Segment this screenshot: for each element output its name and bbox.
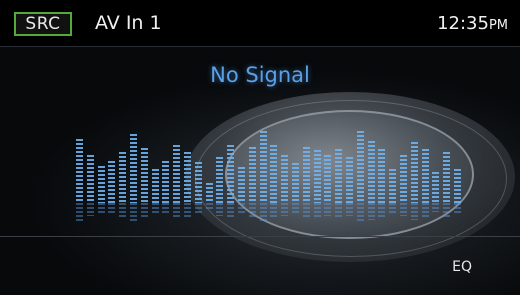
eq-bar-reflection (443, 203, 450, 217)
eq-bar (324, 155, 331, 203)
eq-button[interactable]: EQ (452, 258, 472, 276)
eq-bar (130, 134, 137, 203)
eq-bar-reflection (432, 203, 439, 212)
no-signal-message: No Signal (210, 63, 310, 87)
eq-bar (173, 145, 180, 203)
eq-bar-reflection (162, 203, 169, 215)
eq-bar (346, 157, 353, 203)
eq-bar (195, 162, 202, 203)
eq-bar-reflection (314, 203, 321, 218)
eq-bar (400, 155, 407, 203)
eq-bar (98, 166, 105, 203)
eq-bar-reflection (227, 203, 234, 219)
clock-ampm: PM (488, 18, 508, 33)
eq-bar (292, 163, 299, 203)
eq-bar (281, 155, 288, 203)
eq-bar (87, 155, 94, 203)
eq-bar (368, 141, 375, 203)
eq-bar (422, 149, 429, 203)
eq-bar-reflection (411, 203, 418, 220)
eq-bar-reflection (141, 203, 148, 218)
eq-bar-reflection (216, 203, 223, 216)
eq-bar (443, 152, 450, 203)
eq-bar-reflection (76, 203, 83, 221)
eq-bar-reflection (98, 203, 105, 213)
eq-bar-reflection (152, 203, 159, 213)
eq-bar (249, 147, 256, 203)
eq-bar (206, 183, 213, 203)
eq-bar (314, 150, 321, 203)
divider (0, 236, 520, 237)
eq-bar (335, 149, 342, 203)
eq-bar (227, 145, 234, 203)
eq-bar-reflection (400, 203, 407, 216)
eq-bar (270, 145, 277, 203)
eq-bar (389, 169, 396, 203)
eq-bar-reflection (324, 203, 331, 216)
eq-bar (260, 131, 267, 203)
eq-bar (76, 139, 83, 203)
eq-bar-reflection (335, 203, 342, 218)
eq-bar (216, 157, 223, 203)
eq-bar (108, 161, 115, 203)
eq-bar (454, 169, 461, 203)
eq-bar-reflection (378, 203, 385, 218)
eq-bar-reflection (119, 203, 126, 217)
eq-bar-reflection (303, 203, 310, 219)
eq-bar (162, 161, 169, 203)
eq-bar-reflection (195, 203, 202, 214)
eq-bar-reflection (130, 203, 137, 222)
eq-bar-reflection (422, 203, 429, 218)
eq-bar (238, 167, 245, 203)
eq-bar-reflection (346, 203, 353, 216)
eq-bar (184, 152, 191, 203)
eq-bar-reflection (238, 203, 245, 213)
eq-bar (411, 142, 418, 203)
eq-bar (357, 131, 364, 203)
av-input-screen: SRC AV In 1 12:35PM No Signal EQ (0, 0, 520, 295)
source-button[interactable]: SRC (14, 12, 72, 36)
eq-bar (303, 147, 310, 203)
source-title: AV In 1 (95, 12, 162, 34)
eq-bar-reflection (270, 203, 277, 219)
eq-bar (141, 148, 148, 203)
eq-bar-reflection (87, 203, 94, 216)
eq-bar (119, 152, 126, 203)
eq-bar (378, 149, 385, 203)
eq-bar-reflection (206, 203, 213, 209)
eq-bar-reflection (454, 203, 461, 213)
eq-bar-reflection (260, 203, 267, 223)
eq-bar-reflection (357, 203, 364, 223)
eq-bar-reflection (173, 203, 180, 219)
eq-bar-reflection (108, 203, 115, 215)
eq-bar (432, 172, 439, 203)
eq-bar-reflection (281, 203, 288, 216)
eq-bar-reflection (368, 203, 375, 220)
eq-bar-reflection (389, 203, 396, 213)
eq-bar (152, 169, 159, 203)
eq-bar-reflection (184, 203, 191, 217)
clock: 12:35PM (437, 13, 508, 37)
clock-time: 12:35 (437, 13, 489, 34)
eq-bar-reflection (249, 203, 256, 219)
top-bar: SRC AV In 1 12:35PM (0, 0, 520, 47)
eq-bar-reflection (292, 203, 299, 214)
